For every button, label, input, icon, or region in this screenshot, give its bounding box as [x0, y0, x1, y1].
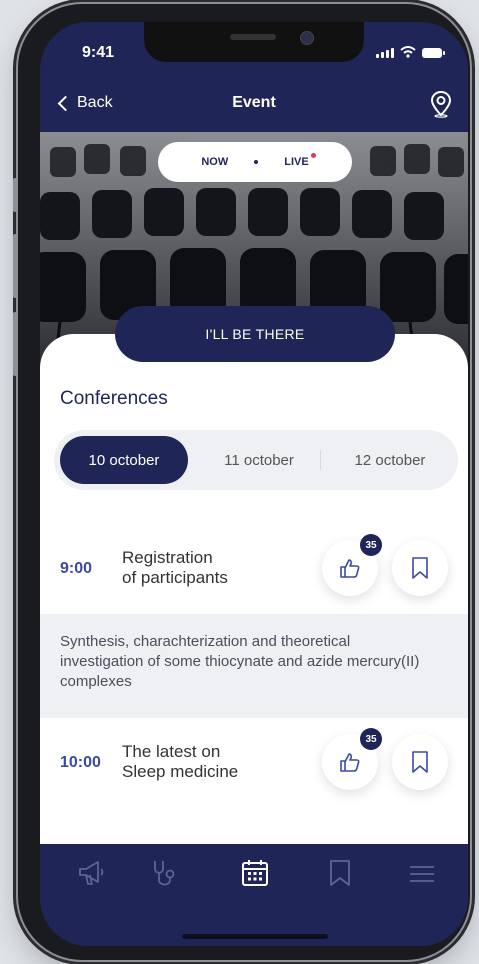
bottom-tab-bar: [40, 844, 468, 946]
tab-10-october[interactable]: 10 october: [60, 436, 188, 484]
stethoscope-icon[interactable]: [150, 858, 180, 892]
bookmark-icon: [412, 751, 428, 773]
bookmark-button[interactable]: [392, 540, 448, 596]
menu-icon[interactable]: [408, 864, 436, 884]
attend-button[interactable]: I'LL BE THERE: [115, 306, 395, 362]
back-button[interactable]: Back: [57, 94, 113, 112]
like-button[interactable]: 35: [322, 728, 382, 790]
battery-icon: [422, 48, 445, 58]
event-row[interactable]: 10:00 The latest on Sleep medicine 35: [40, 718, 468, 808]
tab-12-october[interactable]: 12 october: [326, 436, 454, 484]
separator-dot: [254, 160, 259, 164]
live-label: LIVE: [284, 156, 309, 168]
thumbs-up-icon: [340, 753, 360, 772]
event-title-line2: Sleep medicine: [122, 762, 239, 781]
section-title: Conferences: [60, 388, 168, 409]
date-tabs: 10 october 11 october 12 october: [54, 430, 458, 490]
event-title-line1: The latest on: [122, 742, 221, 761]
event-time: 9:00: [60, 560, 93, 577]
back-label: Back: [77, 94, 113, 111]
volume-up-button: [13, 234, 17, 298]
status-bar: 9:41: [40, 22, 468, 72]
location-pin-icon[interactable]: [430, 90, 452, 118]
event-title-line2: of participants: [122, 568, 228, 587]
thumbs-up-icon: [340, 559, 360, 578]
bookmark-icon[interactable]: [328, 858, 352, 888]
front-camera: [300, 31, 314, 45]
wifi-icon: [400, 46, 416, 58]
like-count-badge: 35: [360, 534, 382, 556]
live-indicator: LIVE: [284, 153, 316, 168]
mute-switch: [13, 178, 17, 212]
chevron-left-icon: [57, 95, 74, 112]
status-time: 9:41: [82, 44, 115, 61]
notch: [144, 22, 364, 62]
live-dot: [310, 153, 316, 158]
event-title: The latest on Sleep medicine: [122, 742, 322, 782]
description-text: Synthesis, charachterization and theoret…: [60, 633, 420, 690]
event-description: Synthesis, charachterization and theoret…: [40, 614, 468, 718]
event-title-line1: Registration: [122, 548, 213, 567]
navigation-bar: Back Event: [40, 90, 468, 120]
bookmark-button[interactable]: [392, 734, 448, 790]
like-count-badge: 35: [360, 728, 382, 750]
bookmark-icon: [412, 557, 428, 579]
live-status-pill: NOW LIVE: [158, 142, 352, 182]
calendar-icon[interactable]: [240, 858, 270, 888]
event-row[interactable]: 9:00 Registration of participants 35: [40, 524, 468, 614]
volume-down-button: [13, 312, 17, 376]
event-title: Registration of participants: [122, 548, 322, 588]
app-screen: 9:41 Back Event NOW LIVE I'LL BE THERE C…: [40, 22, 468, 946]
event-time: 10:00: [60, 754, 101, 771]
like-button[interactable]: 35: [322, 534, 382, 596]
speaker: [230, 34, 276, 40]
status-icons: [376, 46, 445, 58]
megaphone-icon[interactable]: [76, 858, 108, 888]
now-label: NOW: [201, 156, 229, 168]
signal-icon: [376, 48, 394, 58]
tab-divider: [320, 450, 321, 470]
home-indicator: [182, 934, 328, 939]
tab-11-october[interactable]: 11 october: [194, 436, 324, 484]
